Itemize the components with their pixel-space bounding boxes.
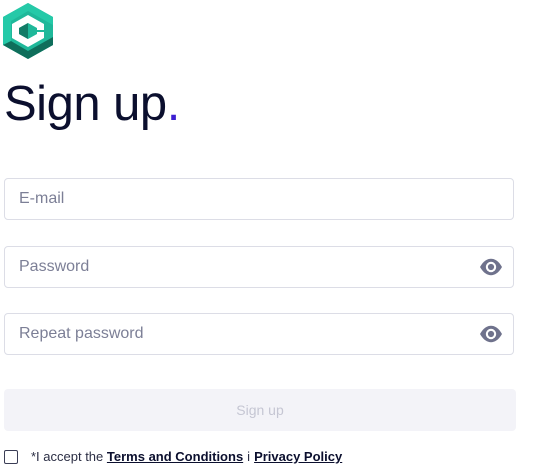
accept-terms-checkbox[interactable] <box>4 449 18 464</box>
terms-link[interactable]: Terms and Conditions <box>107 449 243 464</box>
sign-up-button[interactable]: Sign up <box>4 389 516 431</box>
email-field[interactable] <box>5 179 513 219</box>
title-dot: . <box>166 77 181 131</box>
consent-separator: i <box>247 449 251 464</box>
email-field-container <box>4 178 514 220</box>
page-title: Sign up. <box>4 77 181 131</box>
eye-icon[interactable] <box>479 324 503 344</box>
consent-row: *I accept the Terms and Conditions i Pri… <box>4 449 342 464</box>
hexagon-c-logo-icon <box>3 3 53 59</box>
consent-prefix: *I accept the <box>31 449 104 464</box>
password-field-container <box>4 246 514 288</box>
repeat-password-field-container <box>4 313 514 355</box>
password-field[interactable] <box>5 247 513 287</box>
eye-icon[interactable] <box>479 257 503 277</box>
repeat-password-field[interactable] <box>5 314 513 354</box>
privacy-link[interactable]: Privacy Policy <box>254 449 342 464</box>
